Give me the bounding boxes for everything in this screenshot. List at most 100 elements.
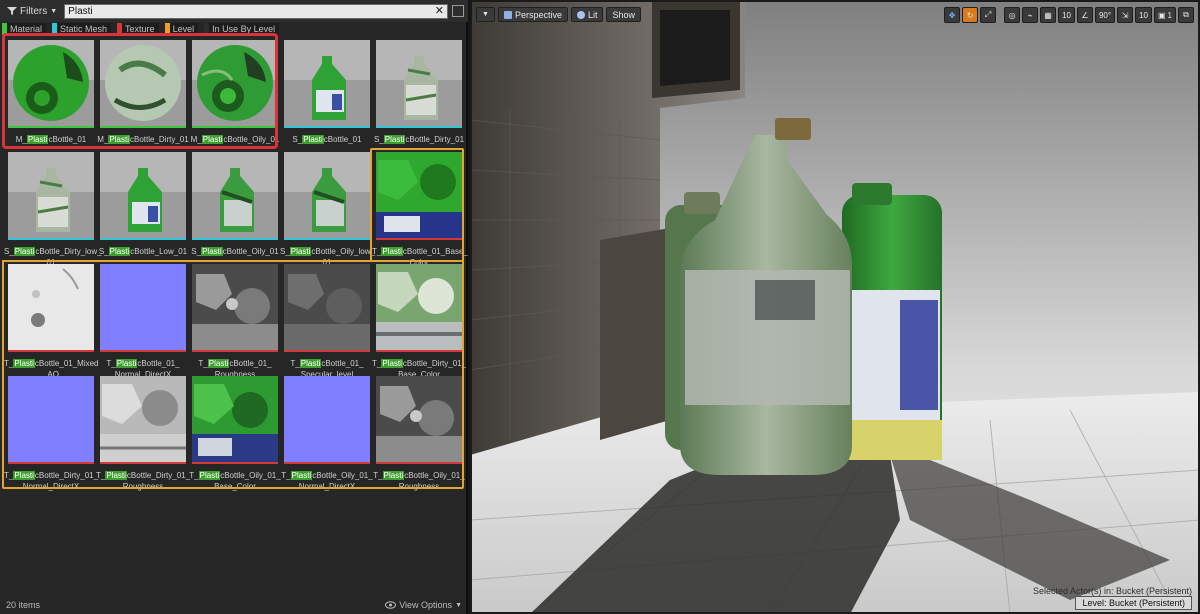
asset-type-color-bar bbox=[376, 462, 462, 464]
perspective-icon bbox=[503, 10, 512, 19]
asset-name-label: S_PlasticBottle_Oily_01 bbox=[188, 246, 282, 257]
view-options-label: View Options bbox=[399, 600, 453, 610]
globe-icon: ◎ bbox=[1008, 10, 1016, 20]
asset-name-search-match: Plasti bbox=[108, 135, 130, 144]
filters-label: Filters bbox=[20, 5, 48, 17]
asset-type-color-bar bbox=[284, 126, 370, 128]
world-local-button[interactable]: ◎ bbox=[1004, 7, 1021, 23]
asset-type-color-bar bbox=[284, 350, 370, 352]
asset-name-search-match: Plasti bbox=[13, 471, 35, 480]
lit-icon bbox=[576, 10, 585, 19]
show-button[interactable]: Show bbox=[606, 7, 641, 22]
scale-snap-toggle[interactable]: ⇲ bbox=[1117, 7, 1134, 23]
scale-tool-button[interactable]: ⤢ bbox=[980, 7, 997, 23]
filters-button[interactable]: Filters ▼ bbox=[4, 3, 60, 19]
level-viewport[interactable]: ▼ Perspective Lit Show ✥ ↻ ⤢ ◎ ⌁ ▦ 10 ∠ … bbox=[470, 0, 1200, 614]
filter-chip[interactable]: Material bbox=[2, 23, 47, 35]
chevron-down-icon: ▼ bbox=[482, 11, 489, 18]
asset-name-prefix: S_ bbox=[292, 135, 303, 144]
viewport-menu-button[interactable]: ▼ bbox=[476, 7, 495, 22]
grid-snap-value[interactable]: 10 bbox=[1058, 7, 1075, 23]
camera-icon: ▣ bbox=[1157, 10, 1166, 20]
asset-thumbnail bbox=[192, 376, 278, 462]
asset-thumbnail bbox=[284, 152, 370, 238]
asset-preview-image bbox=[376, 376, 462, 462]
asset-name-suffix: cBottle_Dirty_01_ Roughness bbox=[122, 471, 191, 491]
asset-name-prefix: M_ bbox=[190, 135, 202, 144]
scale-snap-icon: ⇲ bbox=[1121, 10, 1129, 20]
asset-type-color-bar bbox=[376, 350, 462, 352]
maximize-viewport-button[interactable]: ⧉ bbox=[1178, 7, 1194, 23]
asset-name-prefix: T_ bbox=[96, 471, 106, 480]
asset-thumbnail bbox=[8, 40, 94, 126]
asset-preview-image bbox=[192, 376, 278, 462]
filter-color-swatch bbox=[52, 23, 58, 35]
view-mode-lit-button[interactable]: Lit bbox=[570, 7, 604, 22]
asset-thumbnail bbox=[8, 376, 94, 462]
view-options-button[interactable]: View Options ▼ bbox=[385, 600, 462, 610]
asset-name-search-match: Plasti bbox=[289, 247, 312, 256]
asset-thumbnail bbox=[284, 40, 370, 126]
asset-preview-image bbox=[8, 152, 94, 238]
asset-name-search-match: Plasti bbox=[108, 247, 131, 256]
scale-snap-value[interactable]: 10 bbox=[1135, 7, 1152, 23]
lit-label: Lit bbox=[587, 9, 598, 20]
filter-chip[interactable]: Level bbox=[164, 23, 199, 35]
asset-name-prefix: T_ bbox=[372, 247, 382, 256]
asset-name-prefix: S_ bbox=[4, 247, 14, 256]
lock-icon[interactable] bbox=[452, 5, 464, 17]
asset-preview-image bbox=[192, 40, 278, 126]
filter-chip[interactable]: In Use By Level bbox=[204, 23, 280, 35]
asset-thumbnail bbox=[100, 264, 186, 350]
asset-name-suffix: cBottle_Oily_01 bbox=[222, 247, 279, 256]
viewport-scene-render[interactable] bbox=[470, 0, 1200, 614]
asset-type-color-bar bbox=[376, 126, 462, 128]
asset-name-prefix: T_ bbox=[4, 359, 14, 368]
asset-preview-image bbox=[100, 264, 186, 350]
asset-name-prefix: M_ bbox=[97, 135, 109, 144]
asset-name-prefix: M_ bbox=[15, 135, 27, 144]
asset-name-search-match: Plasti bbox=[13, 247, 36, 256]
filter-chip[interactable]: Static Mesh bbox=[52, 23, 112, 35]
asset-name-search-match: Plasti bbox=[381, 359, 403, 368]
asset-name-suffix: cBottle_Oily_01_ Base_Color bbox=[214, 471, 281, 491]
translate-tool-button[interactable]: ✥ bbox=[944, 7, 961, 23]
asset-name-prefix: T_ bbox=[198, 359, 208, 368]
asset-name-prefix: S_ bbox=[98, 247, 109, 256]
asset-type-color-bar bbox=[192, 238, 278, 240]
move-icon: ✥ bbox=[948, 10, 956, 20]
asset-preview-image bbox=[100, 152, 186, 238]
scale-snap-label: 10 bbox=[1139, 10, 1148, 20]
asset-name-label: T_PlasticBottle_Oily_01_ Normal_DirectX bbox=[280, 470, 374, 492]
rotation-snap-label: 90° bbox=[1098, 10, 1112, 20]
grid-snap-label: 10 bbox=[1062, 10, 1071, 20]
asset-preview-image bbox=[284, 152, 370, 238]
rotation-snap-value[interactable]: 90° bbox=[1094, 7, 1116, 23]
asset-name-search-match: Plasti bbox=[201, 247, 223, 256]
asset-name-suffix: cBottle_Oily_01_ Roughness bbox=[398, 471, 465, 491]
asset-name-suffix: cBottle_Dirty_01 bbox=[129, 135, 189, 144]
rotation-snap-toggle[interactable]: ∠ bbox=[1076, 7, 1093, 23]
search-input[interactable]: Plasti ✕ bbox=[64, 3, 448, 19]
asset-name-prefix: S_ bbox=[373, 135, 384, 144]
asset-preview-image bbox=[376, 40, 462, 126]
asset-type-color-bar bbox=[284, 462, 370, 464]
camera-speed-button[interactable]: ▣ 1 bbox=[1153, 7, 1176, 23]
perspective-button[interactable]: Perspective bbox=[497, 7, 568, 22]
asset-preview-image bbox=[376, 264, 462, 350]
rotate-tool-button[interactable]: ↻ bbox=[962, 7, 979, 23]
surface-snap-button[interactable]: ⌁ bbox=[1022, 7, 1039, 23]
asset-type-color-bar bbox=[8, 462, 94, 464]
asset-name-prefix: S_ bbox=[191, 247, 202, 256]
search-value: Plasti bbox=[68, 5, 93, 17]
asset-thumbnail bbox=[100, 376, 186, 462]
filter-chip[interactable]: Texture bbox=[117, 23, 159, 35]
grid-snap-toggle[interactable]: ▦ bbox=[1040, 7, 1057, 23]
asset-name-suffix: cBottle_Dirty_01 bbox=[405, 135, 465, 144]
asset-name-search-match: Plasti bbox=[381, 247, 403, 256]
asset-type-color-bar bbox=[8, 126, 94, 128]
perspective-label: Perspective bbox=[514, 9, 562, 20]
viewport-left-toolbar: ▼ Perspective Lit Show bbox=[476, 7, 641, 22]
clear-search-icon[interactable]: ✕ bbox=[435, 5, 444, 17]
asset-type-color-bar bbox=[8, 238, 94, 240]
